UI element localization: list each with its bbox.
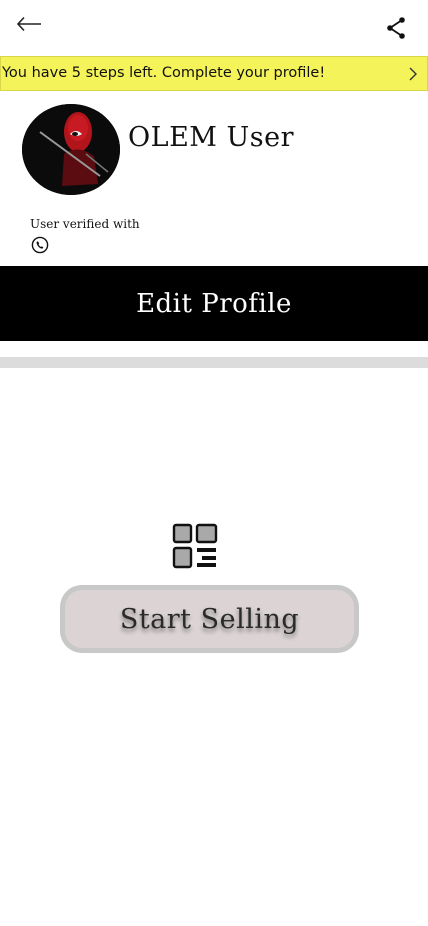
start-selling-inner: Start Selling — [65, 590, 354, 648]
top-bar — [0, 0, 428, 56]
verified-label: User verified with — [30, 217, 140, 231]
section-divider — [0, 357, 428, 368]
share-button[interactable] — [384, 16, 408, 40]
edit-profile-button[interactable]: Edit Profile — [0, 266, 428, 341]
banner-text: You have 5 steps left. Complete your pro… — [2, 65, 326, 81]
avatar-image — [22, 104, 120, 195]
edit-profile-label: Edit Profile — [136, 288, 292, 319]
user-name: OLEM User — [128, 122, 294, 153]
start-selling-label: Start Selling — [119, 603, 300, 635]
back-button[interactable] — [14, 12, 44, 36]
complete-profile-banner[interactable]: You have 5 steps left. Complete your pro… — [0, 56, 428, 91]
start-selling-button[interactable]: Start Selling — [60, 585, 359, 653]
chevron-right-icon — [409, 67, 417, 81]
arrow-left-icon — [16, 16, 41, 32]
whatsapp-phone-icon — [31, 236, 49, 254]
grid-list-icon — [172, 523, 218, 569]
avatar — [22, 104, 120, 195]
share-icon — [387, 17, 405, 39]
